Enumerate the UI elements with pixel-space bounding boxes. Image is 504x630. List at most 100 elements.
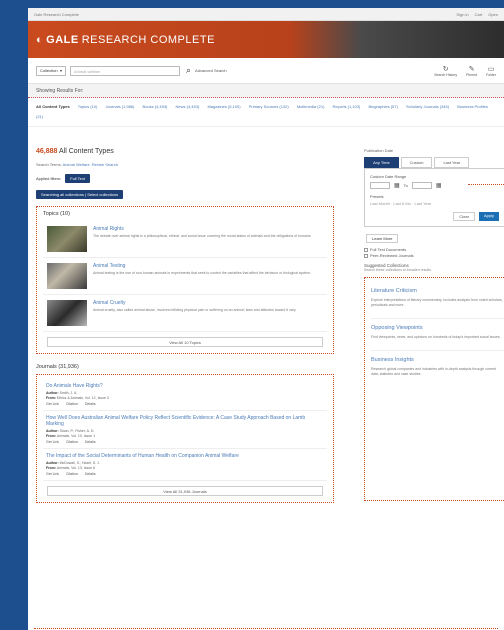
journal-item: How Well Does Australian Animal Welfare … <box>43 411 327 449</box>
search-scope-select[interactable]: Collection ▾ <box>36 65 66 76</box>
citation-button[interactable]: Citation <box>66 472 78 476</box>
product-title[interactable]: Literature Criticism <box>371 288 504 294</box>
filter-news[interactable]: News (4,453) <box>176 104 200 109</box>
address-bar[interactable]: Gale Research Complete <box>34 12 456 17</box>
product-card[interactable]: Business Insights Research global compan… <box>371 351 504 387</box>
select-collections-button[interactable]: Searching all collections | Select colle… <box>36 190 124 199</box>
topic-title[interactable]: Animal Testing <box>93 263 311 269</box>
filter-magazines[interactable]: Magazines (5,100) <box>207 104 240 109</box>
filter-scholarly[interactable]: Scholarly Journals (345) <box>406 104 449 109</box>
topic-item[interactable]: Animal Rights The debate over animal rig… <box>43 221 327 258</box>
journal-from: From: Animals, Vol. 13, Issue 6 <box>46 466 96 470</box>
product-card[interactable]: Opposing Viewpoints Find viewpoints, new… <box>371 319 504 351</box>
chevron-down-icon: ▾ <box>59 68 62 73</box>
browser-tool-signin[interactable]: Sign in <box>456 12 468 17</box>
presets-list[interactable]: Last Month · Last 6 Mo · Last Year <box>370 201 499 206</box>
toolbar-folder[interactable]: ▭ Folder <box>486 65 496 77</box>
filter-reports[interactable]: Reports (1,103) <box>333 104 361 109</box>
date-tabs: Any Time Custom Last Year <box>364 157 504 168</box>
filter-multimedia[interactable]: Multimedia (21) <box>297 104 325 109</box>
topic-thumbnail[interactable] <box>47 226 87 252</box>
suggested-collections-desc: Search these collections to broaden resu… <box>364 268 432 272</box>
browser-page: Gale Research Complete Sign in Cart Open… <box>28 8 504 630</box>
topic-thumbnail[interactable] <box>47 300 87 326</box>
learn-more-button[interactable]: Learn More <box>366 234 399 243</box>
journal-title[interactable]: The Impact of the Social Determinants of… <box>46 453 324 459</box>
filter-primary-sources[interactable]: Primary Sources (132) <box>249 104 289 109</box>
filter-books[interactable]: Books (4,453) <box>142 104 167 109</box>
full-text-filter-button[interactable]: Full Text <box>65 174 90 183</box>
citation-button[interactable]: Citation <box>66 402 78 406</box>
apply-button[interactable]: Apply <box>478 212 499 221</box>
filter-all[interactable]: All Content Types <box>36 104 70 109</box>
date-range-title: Custom Date Range <box>370 174 407 179</box>
tab-any-time[interactable]: Any Time <box>364 157 399 168</box>
product-title[interactable]: Business Insights <box>371 357 504 363</box>
topic-title[interactable]: Animal Cruelty <box>93 300 296 306</box>
results-count: 46,888 All Content Types <box>36 148 334 155</box>
get-link-button[interactable]: Get Link <box>46 440 59 444</box>
end-date-input[interactable] <box>411 182 432 189</box>
app-logo[interactable]: ◐ GALE RESEARCH COMPLETE <box>36 34 215 46</box>
applied-search: Search Terms: Animal Welfare Revise Sear… <box>36 162 118 167</box>
full-text-checkbox-label: Full Text Documents <box>370 247 407 252</box>
details-button[interactable]: Details <box>85 440 96 444</box>
topics-section: Topics (10) Animal Rights The debate ove… <box>36 206 334 354</box>
advanced-search-link[interactable]: Advanced Search <box>195 68 227 73</box>
browser-tool-cart[interactable]: Cart <box>475 12 483 17</box>
toolbar-history-label: Search History <box>434 72 458 77</box>
applied-filters-row: Applied filters: Full Text <box>36 174 334 183</box>
product-description: Explore interpretations of literary comm… <box>371 298 503 307</box>
topics-title: Topics (10) <box>43 211 70 217</box>
search-input[interactable]: Animal welfare <box>70 65 180 76</box>
calendar-icon[interactable]: ▦ <box>394 182 400 189</box>
applied-search-label: Search Terms <box>36 162 61 167</box>
content-type-filters: All Content Types Topics (10) Journals (… <box>28 98 504 127</box>
start-date-input[interactable] <box>370 182 390 189</box>
logo-product: RESEARCH COMPLETE <box>81 33 215 46</box>
topic-item[interactable]: Animal Testing Animal testing is the use… <box>43 258 327 295</box>
details-button[interactable]: Details <box>85 402 96 406</box>
get-link-button[interactable]: Get Link <box>46 472 59 476</box>
results-count-number: 46,888 <box>36 148 58 155</box>
history-icon: ↻ <box>442 65 449 73</box>
citation-button[interactable]: Citation <box>66 440 78 444</box>
search-icon[interactable]: ⌕ <box>186 65 191 76</box>
filter-topics[interactable]: Topics (10) <box>78 104 98 109</box>
browser-tool-open[interactable]: Open <box>488 12 498 17</box>
view-all-topics-button[interactable]: View All 10 Topics <box>47 337 323 347</box>
journal-title[interactable]: How Well Does Australian Animal Welfare … <box>46 415 324 427</box>
peer-reviewed-checkbox[interactable]: Peer-Reviewed Journals <box>364 253 504 259</box>
clear-button[interactable]: Clear <box>453 212 475 221</box>
publication-date-title: Publication Date <box>364 148 394 153</box>
topic-title[interactable]: Animal Rights <box>93 226 311 232</box>
callout-line <box>34 628 498 629</box>
journal-from-value: Animals, Vol. 10, Issue 1 <box>56 434 96 438</box>
details-button[interactable]: Details <box>85 472 96 476</box>
logo-gale: GALE <box>46 33 79 46</box>
toolbar-pinned[interactable]: ✎ Pinned <box>466 65 477 77</box>
applied-search-term[interactable]: Animal Welfare <box>63 162 90 167</box>
topic-item[interactable]: Animal Cruelty Animal cruelty, also call… <box>43 295 327 332</box>
journal-links: Get Link Citation Details <box>46 402 324 406</box>
tab-custom[interactable]: Custom <box>400 157 433 168</box>
applied-filters-label: Applied filters: <box>36 176 62 181</box>
journal-author-value: Smith, J. A. <box>59 391 78 395</box>
product-title[interactable]: Opposing Viewpoints <box>371 325 504 331</box>
view-all-journals-button[interactable]: View All 31,936 Journals <box>47 486 323 496</box>
topic-thumbnail[interactable] <box>47 263 87 289</box>
filter-biographies[interactable]: Biographies (57) <box>368 104 397 109</box>
calendar-icon[interactable]: ▦ <box>436 182 442 189</box>
showing-results-for: Showing Results For: <box>28 84 504 98</box>
tab-last-year[interactable]: Last Year <box>434 157 470 168</box>
journal-title[interactable]: Do Animals Have Rights? <box>46 383 324 389</box>
journal-from-value: Animals, Vol. 13, Issue 6 <box>56 466 96 470</box>
product-card[interactable]: Literature Criticism Explore interpretat… <box>371 282 504 319</box>
revise-search-link[interactable]: Revise Search <box>92 162 118 167</box>
filter-journals[interactable]: Journals (1,986) <box>105 104 134 109</box>
toolbar-history[interactable]: ↻ Search History <box>434 65 457 77</box>
results-column: 46,888 All Content Types Search Terms: A… <box>36 148 334 503</box>
get-link-button[interactable]: Get Link <box>46 402 59 406</box>
journal-from: From: Animals, Vol. 10, Issue 1 <box>46 434 96 438</box>
collections-label: Searching all collections <box>41 192 84 197</box>
